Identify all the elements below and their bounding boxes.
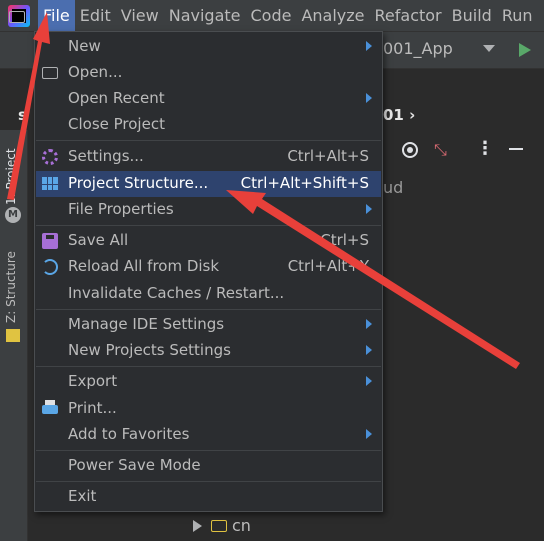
reload-icon — [42, 259, 58, 275]
main-menubar: File Edit View Navigate Code Analyze Ref… — [0, 0, 544, 32]
menu-item-close-project[interactable]: Close Project — [36, 112, 381, 138]
menu-item-label: Settings... — [68, 147, 144, 165]
submenu-arrow-icon — [366, 376, 372, 386]
menu-item-new[interactable]: New — [36, 34, 381, 60]
menu-item-label: New Projects Settings — [68, 341, 231, 359]
menu-separator — [36, 481, 381, 482]
menu-item-project-structure[interactable]: Project Structure... Ctrl+Alt+Shift+S — [36, 171, 381, 197]
menu-view[interactable]: View — [116, 0, 164, 31]
menu-item-label: Open... — [68, 63, 123, 81]
menu-item-label: Manage IDE Settings — [68, 315, 225, 333]
menu-item-print[interactable]: Print... — [36, 396, 381, 422]
chevron-down-icon[interactable] — [483, 45, 495, 52]
menu-file[interactable]: File — [38, 0, 75, 31]
submenu-arrow-icon — [366, 93, 372, 103]
menu-edit[interactable]: Edit — [75, 0, 116, 31]
menu-item-manage-ide-settings[interactable]: Manage IDE Settings — [36, 312, 381, 338]
menu-separator — [36, 366, 381, 367]
expand-arrow-icon[interactable] — [193, 519, 202, 532]
hide-panel-icon[interactable] — [509, 148, 523, 150]
tab-project[interactable]: 1: Project — [4, 148, 18, 205]
menu-item-reload-all[interactable]: Reload All from Disk Ctrl+Alt+Y — [36, 254, 381, 280]
menu-item-label: Exit — [68, 487, 97, 505]
menu-item-label: Open Recent — [68, 89, 165, 107]
menu-separator — [36, 140, 381, 141]
menu-item-label: Reload All from Disk — [68, 257, 220, 275]
submenu-arrow-icon — [366, 429, 372, 439]
menu-item-label: Invalidate Caches / Restart... — [68, 284, 285, 302]
folder-icon[interactable] — [9, 11, 25, 23]
breadcrumb-right[interactable]: 01 › — [383, 106, 415, 124]
menu-item-label: Close Project — [68, 115, 165, 133]
project-structure-icon — [42, 177, 58, 190]
menu-item-shortcut: Ctrl+S — [320, 231, 369, 249]
menu-item-exit[interactable]: Exit — [36, 484, 381, 510]
menu-item-label: Print... — [68, 399, 117, 417]
package-folder-icon — [211, 519, 227, 532]
menu-refactor[interactable]: Refactor — [370, 0, 447, 31]
menu-item-shortcut: Ctrl+Alt+Shift+S — [240, 174, 369, 192]
run-icon[interactable] — [519, 43, 531, 57]
menu-item-add-to-favorites[interactable]: Add to Favorites — [36, 422, 381, 448]
collapse-all-icon[interactable]: ⤡ — [434, 140, 447, 160]
menu-item-label: Project Structure... — [68, 174, 209, 192]
menu-item-save-all[interactable]: Save All Ctrl+S — [36, 228, 381, 254]
tree-node-label: cn — [232, 516, 251, 535]
menu-separator — [36, 309, 381, 310]
menu-item-label: Power Save Mode — [68, 456, 201, 474]
save-icon — [42, 233, 58, 249]
submenu-arrow-icon — [366, 319, 372, 329]
menu-item-settings[interactable]: Settings... Ctrl+Alt+S — [36, 144, 381, 170]
menu-item-export[interactable]: Export — [36, 369, 381, 395]
breadcrumb-left[interactable]: s — [18, 106, 27, 124]
menu-separator — [36, 225, 381, 226]
menu-item-power-save-mode[interactable]: Power Save Mode — [36, 453, 381, 479]
structure-icon[interactable] — [6, 329, 20, 342]
tree-node[interactable]: cn — [193, 516, 251, 535]
menu-analyze[interactable]: Analyze — [296, 0, 369, 31]
menu-separator — [36, 450, 381, 451]
menu-run[interactable]: Run — [497, 0, 538, 31]
menu-build[interactable]: Build — [447, 0, 497, 31]
menu-item-open-recent[interactable]: Open Recent — [36, 86, 381, 112]
menu-item-open[interactable]: Open... — [36, 60, 381, 86]
submenu-arrow-icon — [366, 41, 372, 51]
menu-item-invalidate-caches[interactable]: Invalidate Caches / Restart... — [36, 281, 381, 307]
menu-item-file-properties[interactable]: File Properties — [36, 197, 381, 223]
submenu-arrow-icon — [366, 204, 372, 214]
menu-item-label: Add to Favorites — [68, 425, 190, 443]
menu-navigate[interactable]: Navigate — [164, 0, 246, 31]
menu-item-label: Save All — [68, 231, 129, 249]
print-icon — [42, 400, 58, 414]
options-kebab-icon[interactable]: ⋮ — [476, 138, 494, 159]
locate-target-icon[interactable] — [402, 142, 418, 158]
menu-item-shortcut: Ctrl+Alt+Y — [287, 257, 369, 275]
menu-item-shortcut: Ctrl+Alt+S — [287, 147, 369, 165]
run-configuration-select[interactable]: 001_App — [383, 39, 453, 58]
menu-item-label: Export — [68, 372, 118, 390]
menu-item-new-projects-settings[interactable]: New Projects Settings — [36, 338, 381, 364]
maven-icon[interactable]: M — [5, 207, 21, 223]
menu-item-label: File Properties — [68, 200, 174, 218]
project-tree-partial-text: ud — [383, 178, 404, 197]
submenu-arrow-icon — [366, 345, 372, 355]
file-menu-dropdown: New Open... Open Recent Close Project Se… — [34, 31, 383, 512]
menu-item-label: New — [68, 37, 101, 55]
folder-open-icon — [42, 67, 58, 79]
menu-code[interactable]: Code — [246, 0, 297, 31]
tab-structure[interactable]: Z: Structure — [4, 251, 18, 323]
gear-icon — [42, 149, 58, 165]
